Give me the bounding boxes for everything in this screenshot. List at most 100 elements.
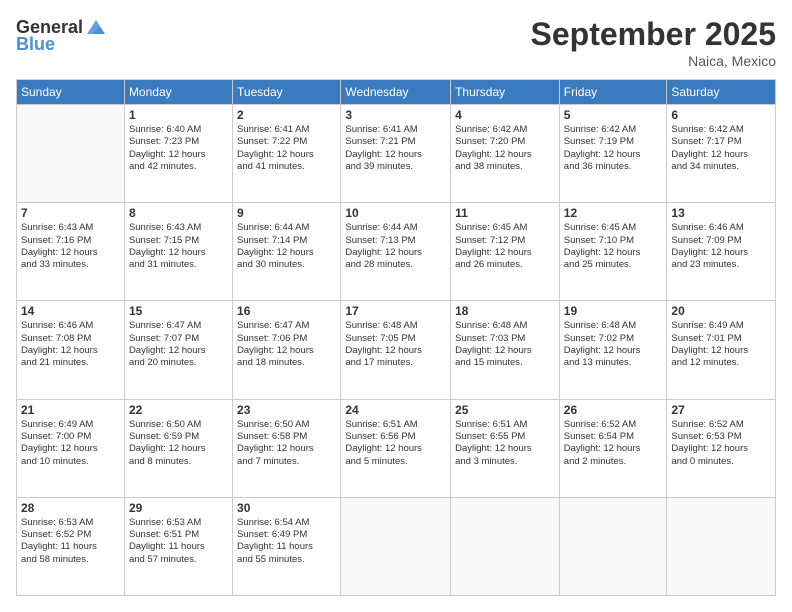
day-info: Sunrise: 6:54 AMSunset: 6:49 PMDaylight:… [237, 517, 336, 566]
day-number: 29 [129, 501, 228, 515]
day-info: Sunrise: 6:51 AMSunset: 6:55 PMDaylight:… [455, 419, 555, 468]
table-row: 10Sunrise: 6:44 AMSunset: 7:13 PMDayligh… [341, 203, 451, 301]
day-info: Sunrise: 6:49 AMSunset: 7:00 PMDaylight:… [21, 419, 120, 468]
day-info: Sunrise: 6:43 AMSunset: 7:16 PMDaylight:… [21, 222, 120, 271]
table-row: 19 Sunrise: 6:48 AMSunset: 7:02 PMDayligh… [559, 301, 667, 399]
table-row: 22 Sunrise: 6:50 AMSunset: 6:59 PMDayligh… [124, 399, 232, 497]
title-section: September 2025 Naica, Mexico [531, 16, 776, 69]
day-number: 7 [21, 206, 120, 220]
table-row: 16 Sunrise: 6:47 AMSunset: 7:06 PMDayligh… [233, 301, 341, 399]
calendar: Sunday Monday Tuesday Wednesday Thursday… [16, 79, 776, 596]
table-row [559, 497, 667, 595]
table-row: 17 Sunrise: 6:48 AMSunset: 7:05 PMDayligh… [341, 301, 451, 399]
header: General Blue September 2025 Naica, Mexic… [16, 16, 776, 69]
day-number: 30 [237, 501, 336, 515]
day-info: Sunrise: 6:50 AMSunset: 6:59 PMDaylight:… [129, 419, 228, 468]
day-info: Sunrise: 6:49 AMSunset: 7:01 PMDaylight:… [671, 320, 771, 369]
table-row: 4 Sunrise: 6:42 AMSunset: 7:20 PMDaylight… [451, 105, 560, 203]
day-info: Sunrise: 6:41 AMSunset: 7:22 PMDaylight:… [237, 124, 336, 173]
day-number: 24 [345, 403, 446, 417]
day-info: Sunrise: 6:42 AMSunset: 7:17 PMDaylight:… [671, 124, 771, 173]
day-number: 28 [21, 501, 120, 515]
table-row: 21Sunrise: 6:49 AMSunset: 7:00 PMDayligh… [17, 399, 125, 497]
day-number: 14 [21, 304, 120, 318]
table-row: 23 Sunrise: 6:50 AMSunset: 6:58 PMDayligh… [233, 399, 341, 497]
calendar-week-row: 7 Sunrise: 6:43 AMSunset: 7:16 PMDaylight… [17, 203, 776, 301]
day-info: Sunrise: 6:47 AMSunset: 7:07 PMDaylight:… [129, 320, 228, 369]
table-row: 29 Sunrise: 6:53 AMSunset: 6:51 PMDayligh… [124, 497, 232, 595]
col-saturday: Saturday [667, 80, 776, 105]
day-number: 15 [129, 304, 228, 318]
day-info: Sunrise: 6:52 AMSunset: 6:53 PMDaylight:… [671, 419, 771, 468]
day-number: 16 [237, 304, 336, 318]
day-info: Sunrise: 6:44 AMSunset: 7:14 PMDaylight:… [237, 222, 336, 271]
table-row: 24 Sunrise: 6:51 AMSunset: 6:56 PMDayligh… [341, 399, 451, 497]
calendar-week-row: 28 Sunrise: 6:53 AMSunset: 6:52 PMDayligh… [17, 497, 776, 595]
day-info: Sunrise: 6:53 AMSunset: 6:51 PMDaylight:… [129, 517, 228, 566]
day-info: Sunrise: 6:41 AMSunset: 7:21 PMDaylight:… [345, 124, 446, 173]
day-info: Sunrise: 6:44 AMSunset: 7:13 PMDaylight:… [345, 222, 446, 271]
day-number: 20 [671, 304, 771, 318]
day-number: 12 [564, 206, 663, 220]
day-number: 23 [237, 403, 336, 417]
day-info: Sunrise: 6:42 AMSunset: 7:20 PMDaylight:… [455, 124, 555, 173]
col-thursday: Thursday [451, 80, 560, 105]
col-tuesday: Tuesday [233, 80, 341, 105]
day-info: Sunrise: 6:53 AMSunset: 6:52 PMDaylight:… [21, 517, 120, 566]
day-info: Sunrise: 6:48 AMSunset: 7:03 PMDaylight:… [455, 320, 555, 369]
location: Naica, Mexico [531, 53, 776, 69]
col-sunday: Sunday [17, 80, 125, 105]
day-number: 25 [455, 403, 555, 417]
day-number: 4 [455, 108, 555, 122]
col-wednesday: Wednesday [341, 80, 451, 105]
table-row: 14 Sunrise: 6:46 AMSunset: 7:08 PMDayligh… [17, 301, 125, 399]
day-number: 17 [345, 304, 446, 318]
day-number: 2 [237, 108, 336, 122]
day-info: Sunrise: 6:47 AMSunset: 7:06 PMDaylight:… [237, 320, 336, 369]
month-title: September 2025 [531, 16, 776, 53]
day-number: 6 [671, 108, 771, 122]
logo-blue: Blue [16, 34, 55, 55]
day-number: 11 [455, 206, 555, 220]
day-info: Sunrise: 6:40 AMSunset: 7:23 PMDaylight:… [129, 124, 228, 173]
day-info: Sunrise: 6:48 AMSunset: 7:05 PMDaylight:… [345, 320, 446, 369]
logo: General Blue [16, 16, 107, 55]
day-number: 22 [129, 403, 228, 417]
day-number: 18 [455, 304, 555, 318]
table-row: 26 Sunrise: 6:52 AMSunset: 6:54 PMDayligh… [559, 399, 667, 497]
day-info: Sunrise: 6:50 AMSunset: 6:58 PMDaylight:… [237, 419, 336, 468]
day-number: 19 [564, 304, 663, 318]
day-info: Sunrise: 6:52 AMSunset: 6:54 PMDaylight:… [564, 419, 663, 468]
table-row: 7 Sunrise: 6:43 AMSunset: 7:16 PMDaylight… [17, 203, 125, 301]
table-row: 8Sunrise: 6:43 AMSunset: 7:15 PMDaylight… [124, 203, 232, 301]
table-row: 30 Sunrise: 6:54 AMSunset: 6:49 PMDayligh… [233, 497, 341, 595]
day-number: 27 [671, 403, 771, 417]
table-row [341, 497, 451, 595]
day-info: Sunrise: 6:51 AMSunset: 6:56 PMDaylight:… [345, 419, 446, 468]
col-monday: Monday [124, 80, 232, 105]
day-number: 9 [237, 206, 336, 220]
calendar-week-row: 14 Sunrise: 6:46 AMSunset: 7:08 PMDayligh… [17, 301, 776, 399]
page: General Blue September 2025 Naica, Mexic… [0, 0, 792, 612]
table-row: 9 Sunrise: 6:44 AMSunset: 7:14 PMDaylight… [233, 203, 341, 301]
day-number: 13 [671, 206, 771, 220]
table-row [17, 105, 125, 203]
table-row: 6 Sunrise: 6:42 AMSunset: 7:17 PMDaylight… [667, 105, 776, 203]
table-row: 27 Sunrise: 6:52 AMSunset: 6:53 PMDayligh… [667, 399, 776, 497]
day-number: 26 [564, 403, 663, 417]
day-info: Sunrise: 6:48 AMSunset: 7:02 PMDaylight:… [564, 320, 663, 369]
col-friday: Friday [559, 80, 667, 105]
day-info: Sunrise: 6:45 AMSunset: 7:10 PMDaylight:… [564, 222, 663, 271]
day-number: 3 [345, 108, 446, 122]
logo-icon [85, 16, 107, 38]
calendar-week-row: 21Sunrise: 6:49 AMSunset: 7:00 PMDayligh… [17, 399, 776, 497]
day-number: 8 [129, 206, 228, 220]
table-row [667, 497, 776, 595]
table-row: 12 Sunrise: 6:45 AMSunset: 7:10 PMDayligh… [559, 203, 667, 301]
calendar-week-row: 1Sunrise: 6:40 AMSunset: 7:23 PMDaylight… [17, 105, 776, 203]
day-info: Sunrise: 6:46 AMSunset: 7:08 PMDaylight:… [21, 320, 120, 369]
day-info: Sunrise: 6:42 AMSunset: 7:19 PMDaylight:… [564, 124, 663, 173]
table-row: 1Sunrise: 6:40 AMSunset: 7:23 PMDaylight… [124, 105, 232, 203]
table-row: 13Sunrise: 6:46 AMSunset: 7:09 PMDayligh… [667, 203, 776, 301]
table-row: 20 Sunrise: 6:49 AMSunset: 7:01 PMDayligh… [667, 301, 776, 399]
